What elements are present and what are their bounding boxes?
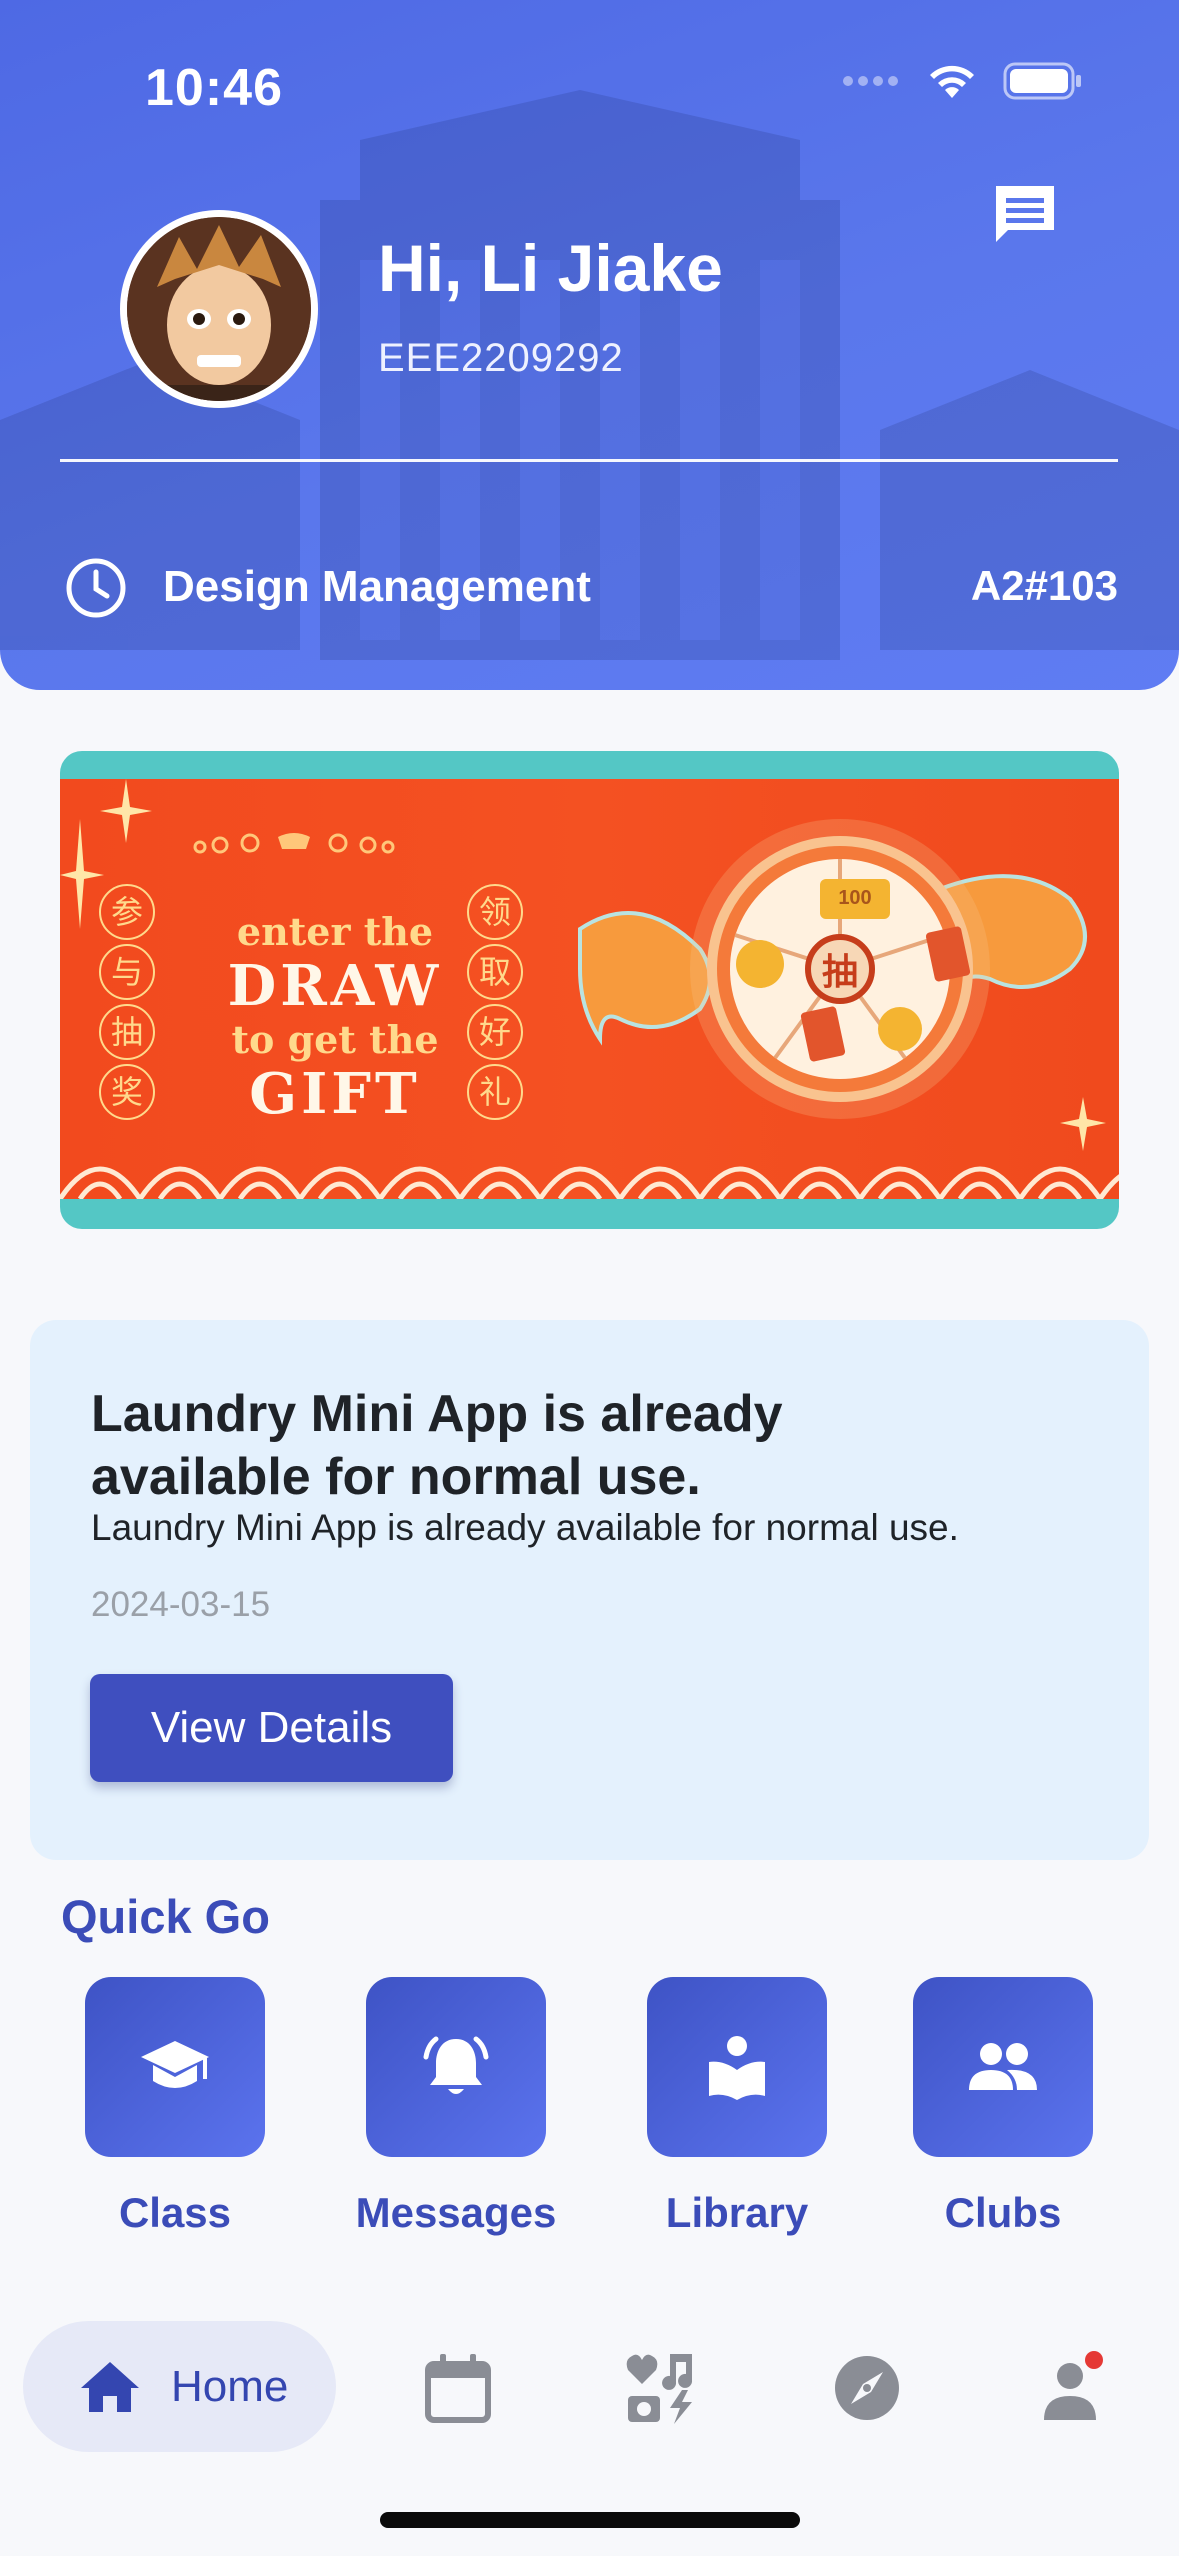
quick-go-tile[interactable] [366,1977,546,2157]
banner-char: 奖 [99,1064,155,1120]
quick-go-label: Messages [355,2189,557,2236]
banner-char: 参 [99,884,155,940]
banner-char: 取 [467,944,523,1000]
people-icon [969,2043,1037,2090]
banner-line-3: to get the [231,1017,439,1062]
graduation-cap-icon [141,2041,209,2088]
banner-char: 与 [99,944,155,1000]
quick-go-class[interactable]: Class [45,1977,305,2237]
reader-book-icon [709,2036,765,2100]
quick-go-tile[interactable] [913,1977,1093,2157]
calendar-icon[interactable] [420,2350,496,2426]
profile-icon[interactable] [1034,2350,1110,2426]
current-class-name: Design Management [163,562,591,611]
quick-go-label: Clubs [944,2189,1062,2236]
lucky-draw-banner[interactable]: 参 与 抽 奖 enter the DRAW to get the GIFT 领… [60,751,1119,1229]
quick-go-messages[interactable]: Messages [326,1977,586,2237]
banner-line-4: GIFT [249,1061,421,1127]
banner-char: 领 [467,884,523,940]
announcement-body: Laundry Mini App is already available fo… [91,1507,959,1548]
banner-line-1: enter the [236,909,434,954]
quick-go-clubs[interactable]: Clubs [873,1977,1133,2237]
announcement-title: Laundry Mini App is already available fo… [91,1385,783,1506]
nav-home-label: Home [171,2361,289,2411]
banner-headline: enter the DRAW to get the GIFT [185,909,485,1125]
battery-icon [1003,62,1081,100]
clock-icon [66,558,126,618]
avatar-image [127,217,311,401]
chat-message-icon[interactable] [990,180,1060,250]
banner-char: 抽 [99,1004,155,1060]
notification-dot [1085,2351,1103,2369]
home-indicator [380,2512,800,2528]
quick-go-tile[interactable] [85,1977,265,2157]
wheel-center-label: 抽 [821,952,858,993]
status-bar-icons [843,62,1083,100]
quick-go-library[interactable]: Library [607,1977,867,2237]
home-icon [81,2361,139,2412]
header-divider [60,459,1118,462]
banner-char: 好 [467,1004,523,1060]
wifi-icon [930,65,974,98]
banner-left-chars: 参 与 抽 奖 [97,884,157,1120]
wheel-coupon-label: 100 [838,887,872,909]
banner-artwork: 参 与 抽 奖 enter the DRAW to get the GIFT 领… [60,779,1119,1199]
compass-icon[interactable] [829,2350,905,2426]
quick-go-label: Library [665,2189,809,2236]
banner-right-chars: 领 取 好 礼 [465,884,525,1120]
interests-icon[interactable] [624,2350,700,2426]
quick-go-title: Quick Go [61,1890,270,1943]
banner-char: 礼 [467,1064,523,1120]
announcement-date: 2024-03-15 [91,1585,271,1624]
signal-icon [843,76,898,86]
student-id: EEE2209292 [378,336,624,380]
announcement-card: Laundry Mini App is already available fo… [30,1320,1149,1860]
status-bar-time: 10:46 [145,59,283,117]
nav-home-tab[interactable]: Home [23,2321,336,2452]
view-details-button[interactable]: View Details [90,1674,453,1782]
quick-go-tile[interactable] [647,1977,827,2157]
profile-header: 10:46 Hi, Li Jiake EEE2209292 Design Man… [0,0,1179,690]
banner-line-2: DRAW [227,953,443,1019]
greeting-title: Hi, Li Jiake [378,231,723,305]
quick-go-label: Class [118,2189,232,2236]
avatar[interactable] [120,210,318,408]
bell-icon [423,2036,489,2094]
current-class-room: A2#103 [970,562,1118,609]
